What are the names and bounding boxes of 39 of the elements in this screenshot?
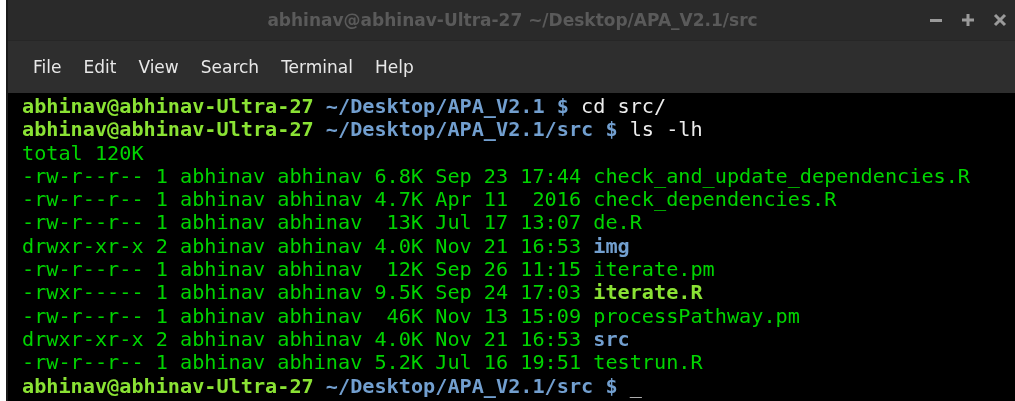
file-name: check_and_update_dependencies.R bbox=[593, 164, 970, 189]
command-text: ls -lh bbox=[629, 118, 703, 142]
menu-item[interactable]: File bbox=[22, 57, 73, 77]
file-name: iterate.pm bbox=[593, 258, 715, 282]
file-details: -rw-r--r-- 1 abhinav abhinav 13K Jul 17 13:07 bbox=[22, 211, 582, 235]
file-details: -rwxr----- 1 abhinav abhinav 9.5K Sep 24 17:03 bbox=[22, 281, 582, 305]
prompt-user-host: abhinav@abhinav-Ultra-27 bbox=[22, 118, 314, 142]
prompt-user-host: abhinav@abhinav-Ultra-27 bbox=[22, 374, 314, 398]
file-name: de.R bbox=[593, 211, 642, 235]
maximize-icon[interactable] bbox=[961, 13, 975, 27]
file-name: processPathway.pm bbox=[593, 304, 800, 328]
file-details: drwxr-xr-x 2 abhinav abhinav 4.0K Nov 21 16:53 bbox=[22, 327, 582, 352]
directory-name: src bbox=[593, 327, 630, 352]
menu-item[interactable]: View bbox=[127, 57, 190, 77]
output-line: total 120K bbox=[22, 141, 144, 165]
prompt-path: ~/Desktop/APA_V2.1 bbox=[325, 95, 545, 119]
menu-item[interactable]: Terminal bbox=[270, 57, 364, 77]
command-text: cd src/ bbox=[581, 95, 667, 119]
file-details: -rw-r--r-- 1 abhinav abhinav 46K Nov 13 15:09 bbox=[22, 304, 582, 328]
menu-item[interactable]: Search bbox=[189, 57, 271, 77]
text-cursor: _ bbox=[629, 374, 642, 398]
menu-item[interactable]: Edit bbox=[72, 57, 128, 77]
file-name: iterate.R bbox=[593, 281, 703, 305]
menu-item[interactable]: Help bbox=[363, 57, 425, 77]
file-details: -rw-r--r-- 1 abhinav abhinav 4.7K Apr 11 2016 bbox=[22, 188, 582, 212]
directory-name: img bbox=[593, 234, 630, 259]
prompt-symbol: $ bbox=[605, 118, 618, 142]
prompt-symbol: $ bbox=[605, 374, 618, 398]
prompt-path: ~/Desktop/APA_V2.1/src bbox=[325, 118, 594, 142]
prompt-path: ~/Desktop/APA_V2.1/src bbox=[325, 374, 594, 398]
file-name: testrun.R bbox=[593, 351, 703, 375]
close-icon[interactable] bbox=[993, 13, 1007, 27]
file-details: -rw-r--r-- 1 abhinav abhinav 12K Sep 26 11:15 bbox=[22, 258, 582, 282]
file-name: check_dependencies.R bbox=[593, 188, 837, 212]
file-details: drwxr-xr-x 2 abhinav abhinav 4.0K Nov 21 16:53 bbox=[22, 234, 582, 259]
prompt-user-host: abhinav@abhinav-Ultra-27 bbox=[22, 95, 314, 119]
file-details: -rw-r--r-- 1 abhinav abhinav 6.8K Sep 23 17:44 bbox=[22, 164, 582, 189]
file-details: -rw-r--r-- 1 abhinav abhinav 5.2K Jul 16 19:51 bbox=[22, 351, 582, 375]
prompt-symbol: $ bbox=[556, 95, 569, 119]
